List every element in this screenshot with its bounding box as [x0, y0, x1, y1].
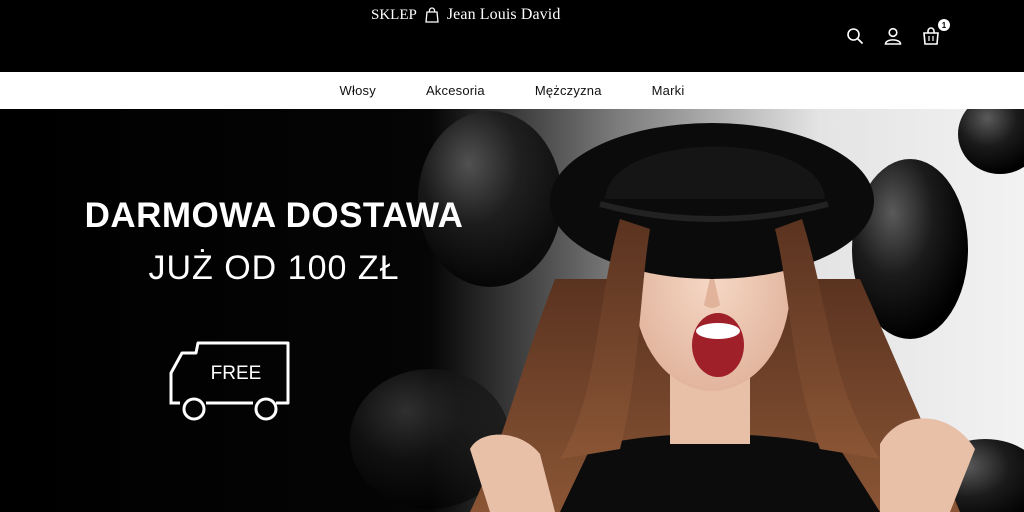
nav-item-akcesoria[interactable]: Akcesoria: [426, 83, 485, 98]
hero-text: DARMOWA DOSTAWA JUŻ OD 100 ZŁ: [34, 196, 514, 288]
user-icon[interactable]: [884, 27, 902, 45]
nav-item-mezczyzna[interactable]: Mężczyzna: [535, 83, 602, 98]
main-nav: Włosy Akcesoria Mężczyzna Marki: [0, 72, 1024, 109]
nav-item-marki[interactable]: Marki: [652, 83, 685, 98]
free-badge-text: FREE: [211, 363, 262, 384]
hero-image: [0, 109, 1024, 512]
delivery-truck-icon: FREE: [168, 341, 293, 426]
hero-banner[interactable]: DARMOWA DOSTAWA JUŻ OD 100 ZŁ FREE: [0, 109, 1024, 512]
logo[interactable]: SKLEP Jean Louis David: [371, 6, 560, 24]
hero-headline: DARMOWA DOSTAWA: [84, 196, 464, 235]
shopping-bag-icon: [425, 7, 439, 23]
hero-subline: JUŻ OD 100 ZŁ: [148, 249, 400, 287]
brand-name: Jean Louis David: [446, 6, 561, 23]
header-icons: 1: [846, 19, 950, 45]
nav-item-wlosy[interactable]: Włosy: [340, 83, 376, 98]
cart-icon[interactable]: 1: [922, 19, 950, 45]
top-bar: SKLEP Jean Louis David 1: [0, 0, 1024, 72]
shop-label: SKLEP: [371, 6, 417, 23]
search-icon[interactable]: [846, 27, 864, 45]
cart-count-badge: 1: [938, 19, 950, 31]
